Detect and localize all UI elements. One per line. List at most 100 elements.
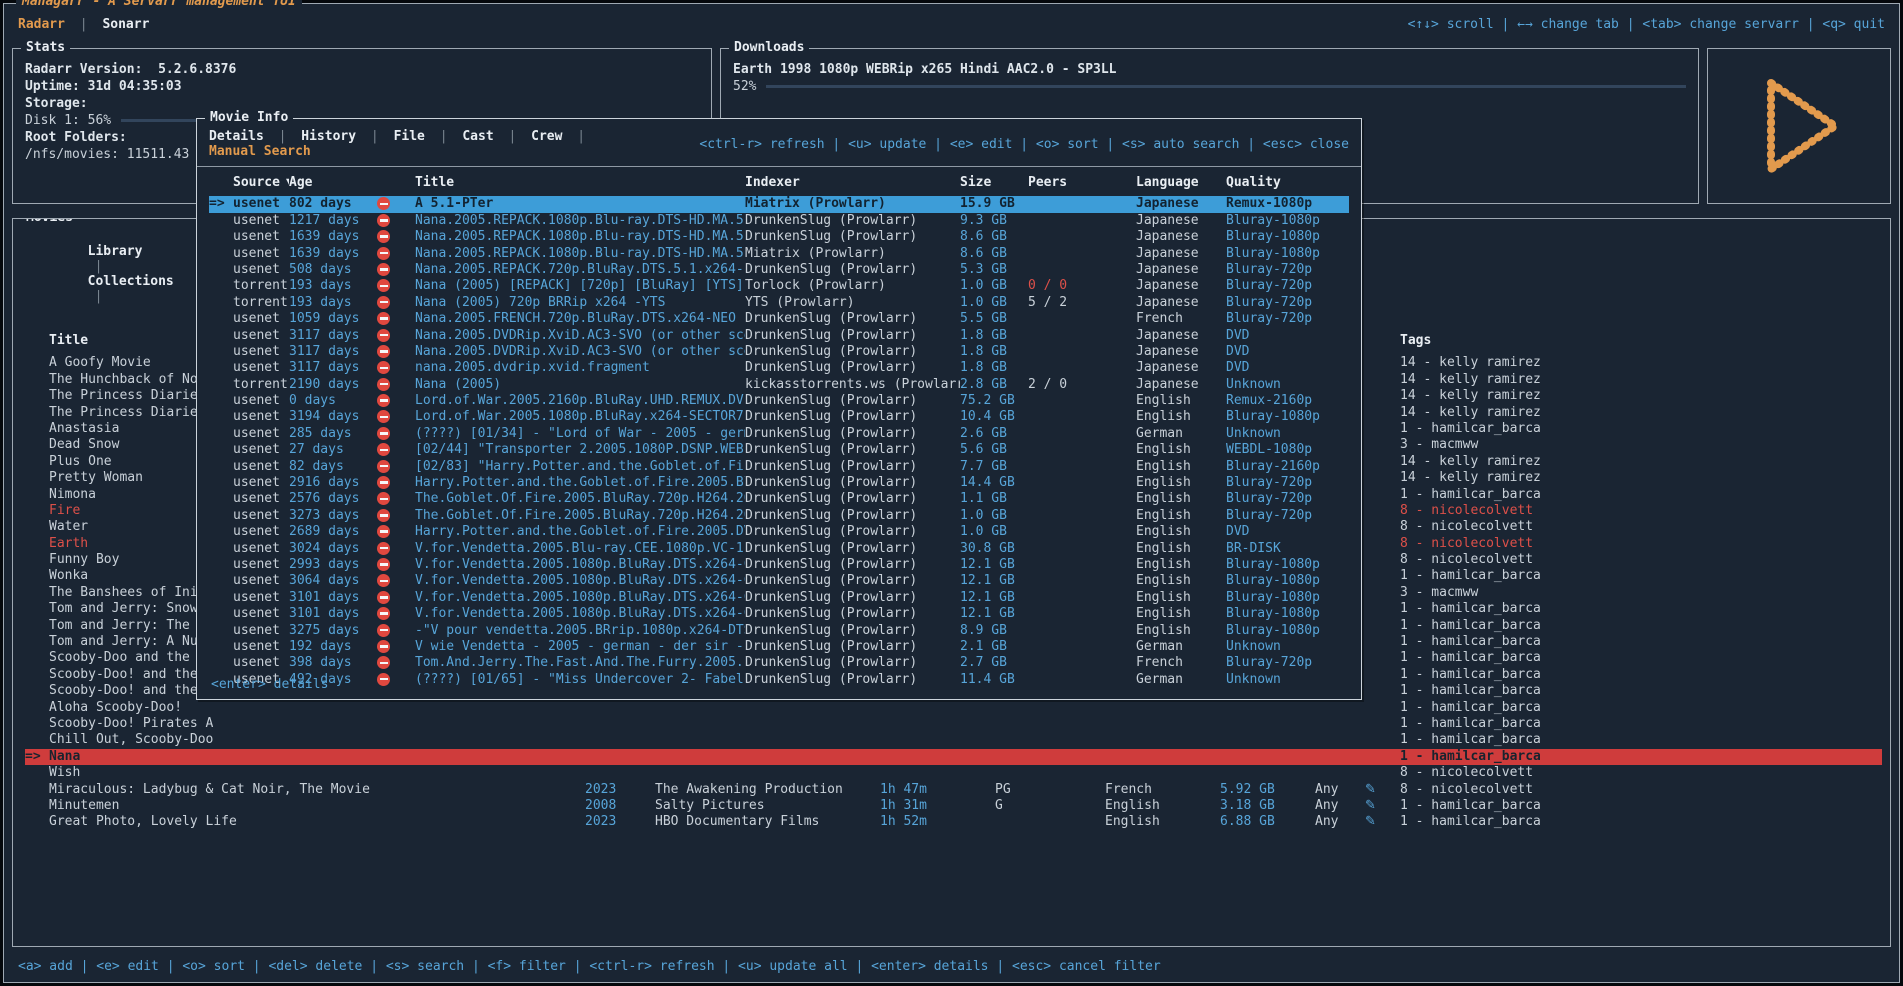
- uptime-value: 31d 04:35:03: [88, 79, 182, 94]
- movie-title-cell: Miraculous: Ladybug & Cat Noir, The Movi…: [25, 782, 585, 798]
- search-result-row[interactable]: =>usenet802 daysA 5.1-PTerMiatrix (Prowl…: [209, 196, 1349, 212]
- search-result-row[interactable]: torrent193 daysNana (2005) [REPACK] [720…: [209, 278, 1349, 294]
- result-rejection-cell: [377, 655, 415, 671]
- search-result-row[interactable]: usenet192 daysV wie Vendetta - 2005 - ge…: [209, 639, 1349, 655]
- result-quality: Bluray-720p: [1226, 475, 1336, 491]
- tab-library[interactable]: Library: [88, 244, 143, 259]
- result-source: usenet: [209, 262, 289, 278]
- search-result-row[interactable]: torrent2190 daysNana (2005)kickasstorren…: [209, 377, 1349, 393]
- result-size: 11.4 GB: [960, 672, 1028, 688]
- movie-row[interactable]: Wish8 - nicolecolvett: [25, 765, 1882, 781]
- global-shortcuts: <↑↓> scroll | ←→ change tab | <tab> chan…: [1408, 17, 1885, 32]
- search-result-row[interactable]: usenet3117 daysnana.2005.dvdrip.xvid.fra…: [209, 360, 1349, 376]
- result-rejection-cell: [377, 426, 415, 442]
- search-result-row[interactable]: usenet3275 days-"V pour vendetta.2005.BR…: [209, 623, 1349, 639]
- result-source-value: usenet: [233, 639, 280, 654]
- search-result-row[interactable]: usenet3024 daysV.for.Vendetta.2005.Blu-r…: [209, 541, 1349, 557]
- result-age: 3101 days: [289, 606, 377, 622]
- result-age: 3194 days: [289, 409, 377, 425]
- result-quality: Bluray-1080p: [1226, 606, 1336, 622]
- result-indexer: DrunkenSlug (Prowlarr): [745, 426, 960, 442]
- result-source-value: usenet: [233, 360, 280, 375]
- search-result-row[interactable]: usenet285 days(????) [01/34] - "Lord of …: [209, 426, 1349, 442]
- tab-separator: |: [577, 129, 585, 144]
- result-source-value: usenet: [233, 541, 280, 556]
- result-quality: DVD: [1226, 344, 1336, 360]
- tab-crew[interactable]: Crew: [531, 129, 562, 144]
- movie-row[interactable]: Aloha Scooby-Doo!1 - hamilcar_barca: [25, 700, 1882, 716]
- tab-details[interactable]: Details: [209, 129, 264, 144]
- result-rejection-cell: [377, 672, 415, 688]
- search-result-row[interactable]: usenet0 daysLord.of.War.2005.2160p.BluRa…: [209, 393, 1349, 409]
- rejection-icon: [377, 263, 390, 276]
- tab-history[interactable]: History: [301, 129, 356, 144]
- search-result-row[interactable]: usenet2689 daysHarry.Potter.and.the.Gobl…: [209, 524, 1349, 540]
- movie-tag: 8 - nicolecolvett: [1400, 765, 1540, 781]
- result-indexer: DrunkenSlug (Prowlarr): [745, 393, 960, 409]
- result-indexer: DrunkenSlug (Prowlarr): [745, 639, 960, 655]
- result-source-value: torrent: [233, 278, 288, 293]
- search-result-row[interactable]: usenet3101 daysV.for.Vendetta.2005.1080p…: [209, 606, 1349, 622]
- tab-sonarr[interactable]: Sonarr: [102, 17, 149, 32]
- result-indexer: DrunkenSlug (Prowlarr): [745, 606, 960, 622]
- result-source-value: usenet: [233, 229, 280, 244]
- result-source: torrent: [209, 377, 289, 393]
- result-language: Japanese: [1136, 360, 1226, 376]
- search-result-row[interactable]: usenet3117 daysNana.2005.DVDRip.XviD.AC3…: [209, 344, 1349, 360]
- result-quality: Bluray-1080p: [1226, 213, 1336, 229]
- movie-row[interactable]: Minutemen2008Salty Pictures1h 31mGEnglis…: [25, 798, 1882, 814]
- tab-cast[interactable]: Cast: [462, 129, 493, 144]
- search-result-row[interactable]: usenet27 days[02/44] "Transporter 2.2005…: [209, 442, 1349, 458]
- search-result-row[interactable]: torrent193 daysNana (2005) 720p BRRip x2…: [209, 295, 1349, 311]
- movie-title: Tom and Jerry: A Nutc: [49, 634, 213, 649]
- result-source-value: usenet: [233, 491, 280, 506]
- result-source-value: torrent: [233, 377, 288, 392]
- movie-title: Anastasia: [49, 421, 119, 436]
- search-result-row[interactable]: usenet1059 daysNana.2005.FRENCH.720p.Blu…: [209, 311, 1349, 327]
- result-rejection-cell: [377, 606, 415, 622]
- tab-file[interactable]: File: [394, 129, 425, 144]
- movie-row[interactable]: Chill Out, Scooby-Doo1 - hamilcar_barca: [25, 732, 1882, 748]
- search-result-row[interactable]: usenet2916 daysHarry.Potter.and.the.Gobl…: [209, 475, 1349, 491]
- search-result-row[interactable]: usenet1639 daysNana.2005.REPACK.1080p.Bl…: [209, 246, 1349, 262]
- result-quality: BR-DISK: [1226, 541, 1336, 557]
- search-result-row[interactable]: usenet492 days(????) [01/65] - "Miss Und…: [209, 672, 1349, 688]
- result-source: usenet: [209, 328, 289, 344]
- movie-title: Water: [49, 519, 88, 534]
- movie-row[interactable]: Scooby-Doo! Pirates A1 - hamilcar_barca: [25, 716, 1882, 732]
- movie-row[interactable]: =>Nana1 - hamilcar_barca: [25, 749, 1882, 765]
- search-result-row[interactable]: usenet82 days[02/83] "Harry.Potter.and.t…: [209, 459, 1349, 475]
- result-size: 1.8 GB: [960, 328, 1028, 344]
- movie-tag: 3 - macmww: [1400, 585, 1540, 601]
- search-result-row[interactable]: usenet2993 daysV.for.Vendetta.2005.1080p…: [209, 557, 1349, 573]
- search-result-row[interactable]: usenet508 daysNana.2005.REPACK.720p.BluR…: [209, 262, 1349, 278]
- search-result-row[interactable]: usenet3101 daysV.for.Vendetta.2005.1080p…: [209, 590, 1349, 606]
- movie-title: Pretty Woman: [49, 470, 143, 485]
- search-result-row[interactable]: usenet1217 daysNana.2005.REPACK.1080p.Bl…: [209, 213, 1349, 229]
- tab-radarr[interactable]: Radarr: [18, 17, 65, 32]
- result-source-value: usenet: [233, 246, 280, 261]
- movie-row[interactable]: Great Photo, Lovely Life2023HBO Document…: [25, 814, 1882, 830]
- movie-title: The Banshees of Inish: [49, 585, 213, 600]
- search-result-row[interactable]: usenet398 daysTom.And.Jerry.The.Fast.And…: [209, 655, 1349, 671]
- result-rejection-cell: [377, 311, 415, 327]
- search-result-row[interactable]: usenet3273 daysThe.Goblet.Of.Fire.2005.B…: [209, 508, 1349, 524]
- header-age: Age: [289, 175, 377, 191]
- result-rejection-cell: [377, 590, 415, 606]
- movie-row[interactable]: Miraculous: Ladybug & Cat Noir, The Movi…: [25, 782, 1882, 798]
- tab-manual-search[interactable]: Manual Search: [209, 144, 311, 159]
- tab-collections[interactable]: Collections: [88, 274, 174, 289]
- search-result-row[interactable]: usenet3194 daysLord.of.War.2005.1080p.Bl…: [209, 409, 1349, 425]
- result-language: Japanese: [1136, 344, 1226, 360]
- search-result-row[interactable]: usenet3064 daysV.for.Vendetta.2005.1080p…: [209, 573, 1349, 589]
- search-result-row[interactable]: usenet2576 daysThe.Goblet.Of.Fire.2005.B…: [209, 491, 1349, 507]
- search-result-row[interactable]: usenet1639 daysNana.2005.REPACK.1080p.Bl…: [209, 229, 1349, 245]
- movie-title-cell: Minutemen: [25, 798, 585, 814]
- result-source: usenet: [209, 623, 289, 639]
- result-title: Nana.2005.REPACK.1080p.Blu-ray.DTS-HD.MA…: [415, 229, 745, 245]
- result-source: usenet: [209, 639, 289, 655]
- result-indexer: DrunkenSlug (Prowlarr): [745, 508, 960, 524]
- result-indexer: DrunkenSlug (Prowlarr): [745, 229, 960, 245]
- search-result-row[interactable]: usenet3117 daysNana.2005.DVDRip.XviD.AC3…: [209, 328, 1349, 344]
- movie-tag: 14 - kelly ramirez: [1400, 355, 1540, 371]
